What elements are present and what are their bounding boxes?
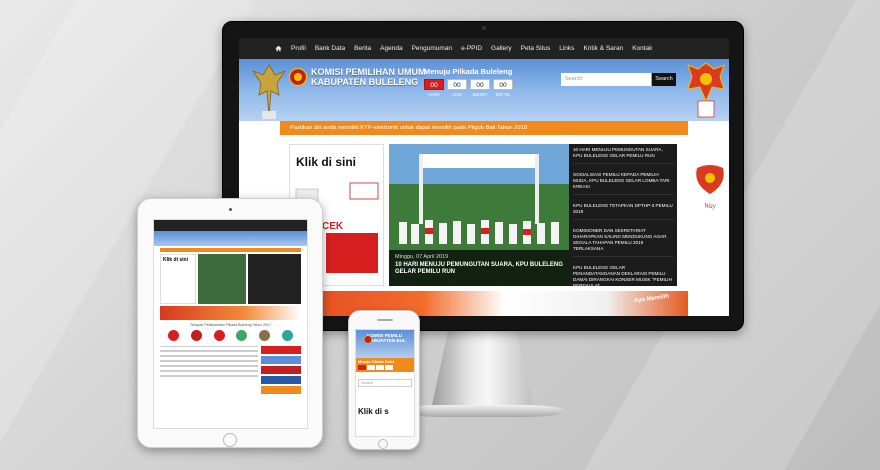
nav-item-kritik-saran[interactable]: Kritik & Saran — [583, 45, 623, 52]
countdown-label-days: HARI — [428, 93, 440, 98]
phone-ad-title[interactable]: Klik di s — [358, 407, 412, 416]
news-item[interactable]: KPU BULELENG GELAR PENANDATANGANAN DEKLA… — [573, 265, 673, 294]
tablet-berita — [160, 346, 301, 406]
side-link[interactable] — [261, 346, 301, 354]
nav-item-gallery[interactable]: Gallery — [491, 45, 512, 52]
stage-icon[interactable] — [259, 330, 271, 341]
main-content: Klik di sini CEK Minggu, 07 April 2019 1… — [289, 144, 677, 294]
svg-text:Way: Way — [704, 202, 717, 210]
countdown-label-seconds: DETIK — [495, 93, 511, 98]
site-logo[interactable]: KOMISI PEMILIHAN UMUM KABUPATEN BULELENG — [289, 67, 426, 87]
camera-icon — [229, 208, 232, 211]
countdown-seconds: 00 — [493, 79, 513, 90]
side-link[interactable] — [261, 386, 301, 394]
stage-icon[interactable] — [213, 330, 225, 341]
search-input[interactable]: Search — [561, 73, 651, 86]
camera-icon — [482, 26, 486, 30]
headline-slider[interactable]: Minggu, 07 April 2019 10 HARI MENUJU PEM… — [389, 144, 569, 286]
home-button[interactable] — [223, 433, 237, 447]
tablet-device: Klik di sini Tahapan Pelaksanaan Pilkada… — [137, 198, 323, 448]
nav-item-profil[interactable]: Profil — [291, 45, 306, 52]
phone-countdown-title: Menuju Pilkada Bulel — [358, 360, 394, 364]
site-header: KOMISI PEMILIHAN UMUM KABUPATEN BULELENG… — [239, 59, 729, 121]
news-item[interactable]: SOSIALISASI PEMILU KEPADA PEMILIH MUDA, … — [573, 172, 673, 195]
stage-icon[interactable] — [167, 330, 179, 341]
pilkada-buleleng-logo-icon: Way — [696, 165, 724, 210]
main-nav: Profil Bank Data Berita Agenda Pengumuma… — [239, 38, 729, 59]
nav-item-e-ppid[interactable]: e-PPID — [461, 45, 482, 52]
tablet-news-list[interactable] — [248, 254, 301, 304]
tablet-side-links — [261, 346, 301, 406]
tablet-content-row: Klik di sini — [160, 254, 301, 304]
countdown-days: 00 — [424, 79, 444, 90]
countdown-minutes: 00 — [470, 79, 490, 90]
svg-text:CEK: CEK — [322, 221, 344, 232]
news-item[interactable]: KPU BULELENG TETAPKAN DPTHP-3 PEMILU 201… — [573, 203, 673, 220]
nav-item-links[interactable]: Links — [559, 45, 574, 52]
notice-bar: Pastikan diri anda memiliki KTP-elektron… — [280, 121, 688, 135]
tablet-stage-icons — [162, 330, 299, 341]
nav-item-pengumuman[interactable]: Pengumuman — [412, 45, 452, 52]
monitor-stand-neck — [430, 331, 535, 411]
slide-caption: Minggu, 07 April 2019 10 HARI MENUJU PEM… — [389, 250, 569, 286]
speaker-icon — [377, 319, 393, 321]
news-item[interactable]: KOMISIONER DAN SEKRETARIAT DIHARAPKAN SA… — [573, 228, 673, 257]
tablet-news-column — [160, 346, 258, 406]
news-item[interactable]: 10 HARI MENUJU PEMUNGUTAN SUARA, KPU BUL… — [573, 147, 673, 164]
info-banner[interactable] — [280, 291, 688, 316]
phone-search-input[interactable]: Search — [358, 379, 412, 387]
nav-item-bank-data[interactable]: Bank Data — [315, 45, 345, 52]
logo-line-2: KABUPATEN BULELENG — [311, 77, 419, 87]
nav-item-berita[interactable]: Berita — [354, 45, 371, 52]
statue-icon — [251, 64, 287, 119]
search-button[interactable]: Search — [652, 73, 676, 86]
countdown-label-minutes: MENIT — [472, 93, 488, 98]
logo-text: KOMISI PEMILIHAN UMUM KABUPATEN BULELENG — [311, 67, 426, 87]
phone-screen: KOMISI PEMILU KABUPATEN BUL Menuju Pilka… — [355, 329, 415, 437]
logo-line-1: KOMISI PEMILIHAN UMUM — [311, 67, 426, 77]
countdown-title: Menuju Pilkada Buleleng — [424, 67, 513, 76]
home-button[interactable] — [378, 439, 388, 449]
phone-device: KOMISI PEMILU KABUPATEN BUL Menuju Pilka… — [348, 310, 420, 450]
home-icon[interactable] — [275, 45, 282, 52]
tablet-slide[interactable] — [198, 254, 246, 304]
side-link[interactable] — [261, 356, 301, 364]
tablet-notice-bar — [160, 248, 301, 252]
stage-icon[interactable] — [190, 330, 202, 341]
phone-countdown: Menuju Pilkada Bulel — [356, 358, 414, 372]
side-link[interactable] — [261, 366, 301, 374]
nav-item-agenda[interactable]: Agenda — [380, 45, 402, 52]
tablet-info-banner[interactable] — [160, 306, 301, 320]
tablet-ad[interactable]: Klik di sini — [160, 254, 196, 304]
tablet-screen: Klik di sini Tahapan Pelaksanaan Pilkada… — [153, 219, 308, 429]
mascot-icon — [687, 62, 725, 118]
monitor-stand-base — [400, 405, 565, 417]
stage-icon[interactable] — [282, 330, 294, 341]
slide-title[interactable]: 10 HARI MENUJU PEMUNGUTAN SUARA, KPU BUL… — [395, 262, 563, 276]
tablet-subheading: Tahapan Pelaksanaan Pilkada Buleleng Tah… — [190, 323, 271, 327]
side-link[interactable] — [261, 376, 301, 384]
countdown-hours: 00 — [447, 79, 467, 90]
kpu-logo-icon — [364, 335, 372, 344]
countdown-label-hours: JAM — [452, 93, 462, 98]
ad-title: Klik di sini — [296, 155, 357, 169]
slide-date: Minggu, 07 April 2019 — [395, 254, 449, 260]
countdown: Menuju Pilkada Buleleng 00 00 00 00 HARI… — [424, 67, 513, 98]
kpu-logo-icon — [289, 67, 307, 87]
tablet-header — [154, 231, 307, 246]
nav-item-kontak[interactable]: Kontak — [632, 45, 652, 52]
tablet-ad-title: Klik di sini — [163, 257, 189, 263]
news-list: 10 HARI MENUJU PEMUNGUTAN SUARA, KPU BUL… — [569, 144, 677, 294]
tablet-nav[interactable] — [154, 220, 307, 231]
stage-icon[interactable] — [236, 330, 248, 341]
phone-header: KOMISI PEMILU KABUPATEN BUL — [356, 330, 414, 358]
nav-item-peta-situs[interactable]: Peta Situs — [521, 45, 551, 52]
